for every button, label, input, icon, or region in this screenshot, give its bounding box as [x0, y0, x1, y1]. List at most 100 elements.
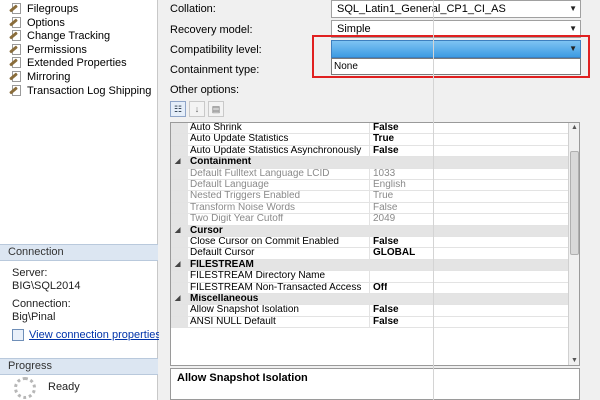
categorized-icon[interactable]: ☷ — [170, 101, 186, 117]
property-row[interactable]: Auto Update Statistics True — [171, 134, 568, 146]
category-label: Cursor — [190, 225, 223, 236]
scroll-up-icon[interactable]: ▲ — [571, 124, 578, 131]
connection-value: Big\Pinal — [12, 311, 56, 323]
page-icon — [9, 30, 23, 42]
property-value[interactable]: False — [371, 146, 399, 156]
property-row[interactable]: Allow Snapshot Isolation False — [171, 305, 568, 317]
property-grid[interactable]: Auto Shrink False Auto Update Statistics Tr… — [170, 122, 580, 366]
property-name: Default Cursor — [189, 248, 370, 259]
property-value[interactable]: English — [371, 180, 406, 190]
collation-label: Collation: — [170, 3, 216, 15]
property-value[interactable]: False — [371, 237, 399, 247]
view-connection-properties-link[interactable]: View connection properties — [12, 329, 161, 341]
category-row[interactable]: ◢ FILESTREAM — [171, 259, 568, 272]
sidebar-item-options[interactable]: Options — [9, 16, 65, 30]
sidebar-item-label: Mirroring — [27, 71, 71, 83]
category-row[interactable]: ◢ Miscellaneous — [171, 294, 568, 306]
property-value[interactable]: 2049 — [371, 214, 395, 224]
row-gutter — [171, 214, 188, 225]
property-name: Close Cursor on Commit Enabled — [189, 237, 370, 248]
row-gutter — [171, 168, 188, 179]
progress-header: Progress — [0, 358, 158, 375]
property-row[interactable]: Nested Triggers Enabled True — [171, 191, 568, 203]
collapse-icon[interactable]: ◢ — [175, 157, 180, 167]
collapse-icon[interactable]: ◢ — [175, 260, 180, 270]
property-value[interactable]: True — [371, 134, 394, 144]
sidebar-item-mirroring[interactable]: Mirroring — [9, 70, 70, 84]
property-name: FILESTREAM Non-Transacted Access — [189, 282, 370, 293]
category-row[interactable]: ◢ Containment — [171, 157, 568, 169]
row-gutter — [171, 271, 188, 282]
property-value[interactable]: False — [371, 123, 399, 133]
sidebar-item-label: Extended Properties — [27, 57, 127, 70]
window-divider — [433, 0, 434, 400]
property-row[interactable]: Close Cursor on Commit Enabled False — [171, 237, 568, 249]
grid-scrollbar[interactable]: ▲ ▼ — [568, 123, 579, 365]
property-value[interactable]: False — [371, 203, 397, 213]
collapse-icon[interactable]: ◢ — [175, 294, 180, 304]
property-pages-icon[interactable]: ▤ — [208, 101, 224, 117]
page-icon — [9, 3, 23, 15]
property-value[interactable]: True — [371, 191, 393, 201]
property-name: Two Digit Year Cutoff — [189, 214, 370, 225]
connection-properties-icon — [12, 329, 24, 341]
sidebar-item-label: Change Tracking — [27, 30, 111, 43]
property-row[interactable]: FILESTREAM Directory Name — [171, 271, 568, 283]
sidebar-item-permissions[interactable]: Permissions — [9, 43, 87, 57]
property-value[interactable]: Off — [371, 283, 387, 293]
row-gutter — [171, 180, 188, 191]
property-name: Default Fulltext Language LCID — [189, 168, 370, 179]
sidebar-item-label: Transaction Log Shipping — [27, 84, 152, 97]
property-value[interactable]: GLOBAL — [371, 248, 415, 258]
page-icon — [9, 84, 23, 97]
collapse-icon[interactable]: ◢ — [175, 226, 180, 236]
row-gutter — [171, 237, 188, 248]
category-row[interactable]: ◢ Cursor — [171, 225, 568, 237]
property-row[interactable]: Default Language English — [171, 180, 568, 192]
sidebar-item-label: Permissions — [27, 43, 87, 56]
recovery-model-label: Recovery model: — [170, 24, 253, 36]
sidebar-item-extended-properties[interactable]: Extended Properties — [9, 56, 127, 70]
server-value: BIG\SQL2014 — [12, 280, 81, 292]
row-gutter — [171, 134, 188, 145]
progress-spinner-icon — [14, 377, 36, 399]
category-label: FILESTREAM — [190, 259, 254, 270]
alphabetical-sort-icon[interactable]: ↓ — [189, 101, 205, 117]
containment-type-label: Containment type: — [170, 64, 260, 76]
row-gutter — [171, 305, 188, 316]
scroll-down-icon[interactable]: ▼ — [571, 357, 578, 364]
property-name: Allow Snapshot Isolation — [189, 305, 370, 316]
row-gutter — [171, 123, 188, 134]
property-value[interactable]: False — [371, 317, 399, 327]
property-value[interactable]: False — [371, 305, 399, 315]
property-row[interactable]: Default Fulltext Language LCID 1033 — [171, 168, 568, 180]
property-value[interactable]: 1033 — [371, 169, 395, 179]
sidebar-item-transaction-log-shipping[interactable]: Transaction Log Shipping — [9, 84, 151, 98]
property-description-pane: Allow Snapshot Isolation — [170, 368, 580, 400]
sidebar-item-filegroups[interactable]: Filegroups — [9, 2, 78, 16]
row-gutter — [171, 191, 188, 202]
sidebar-item-change-tracking[interactable]: Change Tracking — [9, 29, 110, 43]
row-gutter — [171, 316, 188, 328]
property-name: Auto Shrink — [189, 123, 370, 134]
property-row[interactable]: Transform Noise Words False — [171, 202, 568, 215]
page-icon — [9, 16, 23, 29]
scrollbar-thumb[interactable] — [570, 151, 579, 255]
chevron-down-icon[interactable]: ▼ — [569, 1, 577, 17]
page-icon — [9, 57, 23, 69]
category-label: Miscellaneous — [190, 294, 259, 304]
sidebar-item-label: Filegroups — [27, 3, 79, 15]
property-row[interactable]: Default Cursor GLOBAL — [171, 248, 568, 260]
page-icon — [9, 71, 23, 83]
property-name: Transform Noise Words — [189, 202, 370, 214]
property-row[interactable]: Auto Shrink False — [171, 123, 568, 135]
connection-label: Connection: — [12, 298, 71, 310]
property-description-title: Allow Snapshot Isolation — [177, 372, 308, 384]
collation-combo[interactable]: SQL_Latin1_General_CP1_CI_AS ▼ — [331, 0, 581, 18]
property-row[interactable]: Auto Update Statistics Asynchronously Fal… — [171, 145, 568, 158]
property-row[interactable]: ANSI NULL Default False — [171, 316, 568, 329]
property-row[interactable]: Two Digit Year Cutoff 2049 — [171, 214, 568, 226]
sidebar-item-label: Options — [27, 16, 65, 29]
property-row[interactable]: FILESTREAM Non-Transacted Access Off — [171, 282, 568, 294]
view-connection-properties-label[interactable]: View connection properties — [29, 329, 161, 341]
